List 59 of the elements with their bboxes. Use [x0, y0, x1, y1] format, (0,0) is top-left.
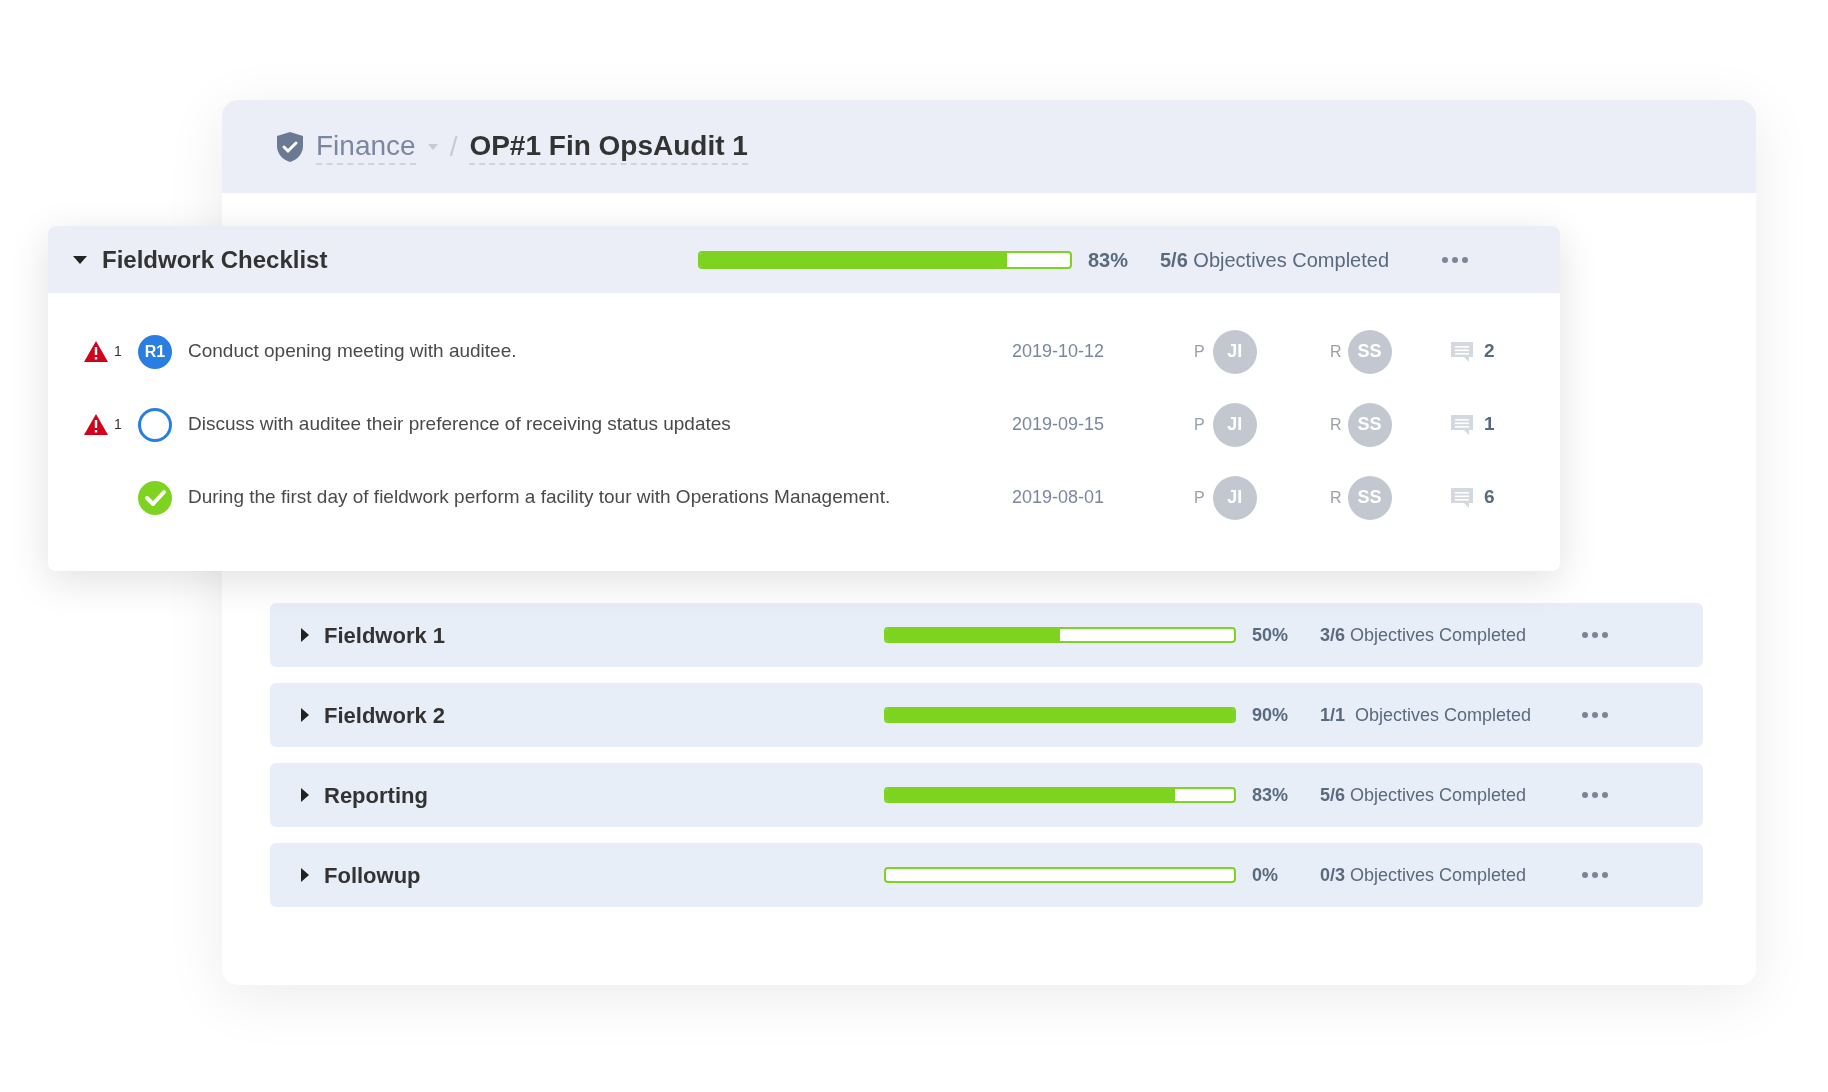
more-options-icon[interactable]	[1582, 712, 1608, 718]
section-title: Reporting	[324, 781, 428, 810]
avatar: JI	[1212, 475, 1257, 520]
percent-label: 83%	[1252, 783, 1290, 807]
avatar: JI	[1212, 402, 1257, 447]
reference-badge: R1	[138, 334, 172, 369]
due-date: 2019-10-12	[1012, 340, 1106, 363]
checklist-title: Fieldwork Checklist	[102, 244, 328, 275]
reviewer-label: R	[1330, 414, 1342, 435]
section-title: Fieldwork 1	[324, 621, 446, 650]
objectives-label: 5/6 Objectives Completed	[1160, 247, 1390, 273]
caret-right-icon[interactable]	[300, 787, 310, 803]
caret-right-icon[interactable]	[300, 867, 310, 883]
avatar: SS	[1347, 402, 1392, 447]
avatar: JI	[1212, 329, 1257, 374]
page-title: OP#1 Fin OpsAudit 1	[469, 128, 748, 165]
section-row[interactable]: Fieldwork 2 90% 1/1 Objectives Completed	[270, 683, 1703, 747]
more-options-icon[interactable]	[1582, 792, 1608, 798]
percent-label: 0%	[1252, 863, 1279, 887]
warning-icon	[84, 414, 108, 435]
shield-check-icon	[276, 130, 304, 163]
comment-count: 1	[1484, 412, 1495, 437]
warning-count: 1	[114, 342, 122, 361]
objectives-label: 5/6 Objectives Completed	[1320, 783, 1528, 807]
section-row[interactable]: Fieldwork 1 50% 3/6 Objectives Completed	[270, 603, 1703, 667]
percent-label: 90%	[1252, 703, 1290, 727]
due-date: 2019-09-15	[1012, 413, 1106, 436]
preparer-label: P	[1194, 487, 1205, 508]
percent-label: 83%	[1088, 247, 1130, 273]
avatar: SS	[1347, 475, 1392, 520]
objective-text: Conduct opening meeting with auditee.	[188, 339, 518, 364]
caret-right-icon[interactable]	[300, 627, 310, 643]
more-options-icon[interactable]	[1582, 632, 1608, 638]
objective-text: During the first day of fieldwork perform a facility tour with Operations Management.	[188, 485, 892, 510]
percent-label: 50%	[1252, 623, 1290, 647]
more-options-icon[interactable]	[1442, 256, 1468, 263]
warning-icon	[84, 341, 108, 362]
section-title: Fieldwork 2	[324, 701, 446, 730]
comment-count: 2	[1484, 339, 1495, 364]
reviewer-label: R	[1330, 341, 1342, 362]
section-row[interactable]: Followup 0% 0/3 Objectives Completed	[270, 843, 1703, 907]
caret-right-icon[interactable]	[300, 707, 310, 723]
warning-count: 1	[114, 415, 122, 434]
preparer-label: P	[1194, 341, 1205, 362]
reviewer-label: R	[1330, 487, 1342, 508]
preparer-label: P	[1194, 414, 1205, 435]
more-options-icon[interactable]	[1582, 872, 1608, 878]
section-title: Followup	[324, 861, 421, 890]
caret-down-icon[interactable]	[72, 254, 88, 265]
section-row[interactable]: Reporting 83% 5/6 Objectives Completed	[270, 763, 1703, 827]
objectives-label: 0/3 Objectives Completed	[1320, 863, 1528, 887]
due-date: 2019-08-01	[1012, 486, 1106, 509]
breadcrumb-separator: /	[449, 129, 458, 164]
avatar: SS	[1347, 329, 1392, 374]
check-circle-icon[interactable]	[138, 480, 172, 515]
comment-count: 6	[1484, 485, 1495, 510]
objectives-label: 1/1 Objectives Completed	[1320, 703, 1533, 727]
objective-text: Discuss with auditee their preference of receiving status updates	[188, 412, 732, 437]
objectives-label: 3/6 Objectives Completed	[1320, 623, 1528, 647]
